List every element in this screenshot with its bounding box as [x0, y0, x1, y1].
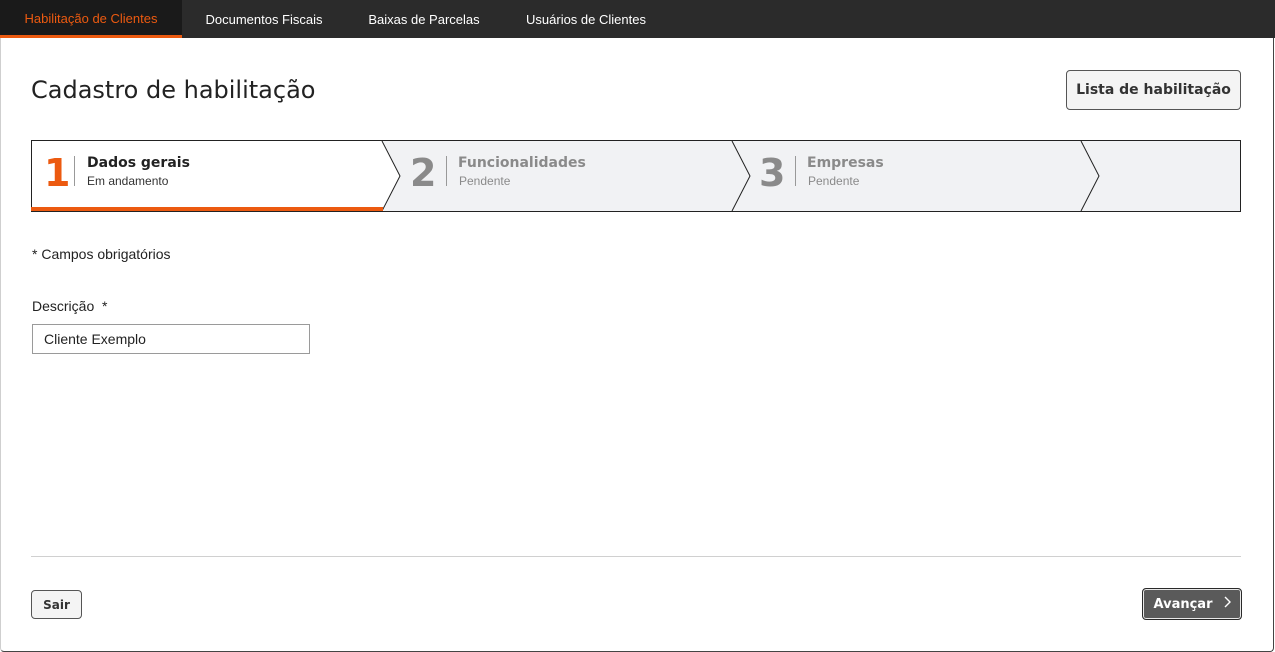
step-3-bg[interactable]: [732, 141, 1099, 211]
stepper: [31, 140, 1241, 212]
description-input[interactable]: [32, 324, 310, 354]
step-end-bg: [1081, 141, 1241, 211]
required-mark: *: [102, 298, 108, 314]
step-1-title[interactable]: Dados gerais: [87, 155, 190, 171]
step-2-bg[interactable]: [383, 141, 750, 211]
step-2-status: Pendente: [459, 174, 511, 188]
step-2-number: 2: [410, 151, 437, 195]
description-label: Descrição *: [32, 298, 107, 314]
step-1-active-bar: [31, 207, 383, 211]
step-1-status: Em andamento: [87, 174, 169, 188]
step-3-status: Pendente: [808, 174, 860, 188]
step-1-separator: [74, 156, 75, 186]
step-3-separator: [795, 156, 796, 186]
chevron-right-icon: [1223, 596, 1231, 612]
footer-divider: [31, 556, 1241, 557]
description-label-text: Descrição: [32, 298, 95, 314]
step-3-title[interactable]: Empresas: [807, 155, 884, 171]
step-1-number: 1: [44, 151, 71, 195]
step-2-separator: [446, 156, 447, 186]
step-2-title[interactable]: Funcionalidades: [458, 155, 586, 171]
next-button-label: Avançar: [1153, 596, 1213, 612]
next-button[interactable]: Avançar: [1142, 588, 1242, 620]
step-3-number: 3: [759, 151, 786, 195]
required-fields-note: * Campos obrigatórios: [32, 246, 171, 262]
exit-button[interactable]: Sair: [31, 590, 82, 619]
